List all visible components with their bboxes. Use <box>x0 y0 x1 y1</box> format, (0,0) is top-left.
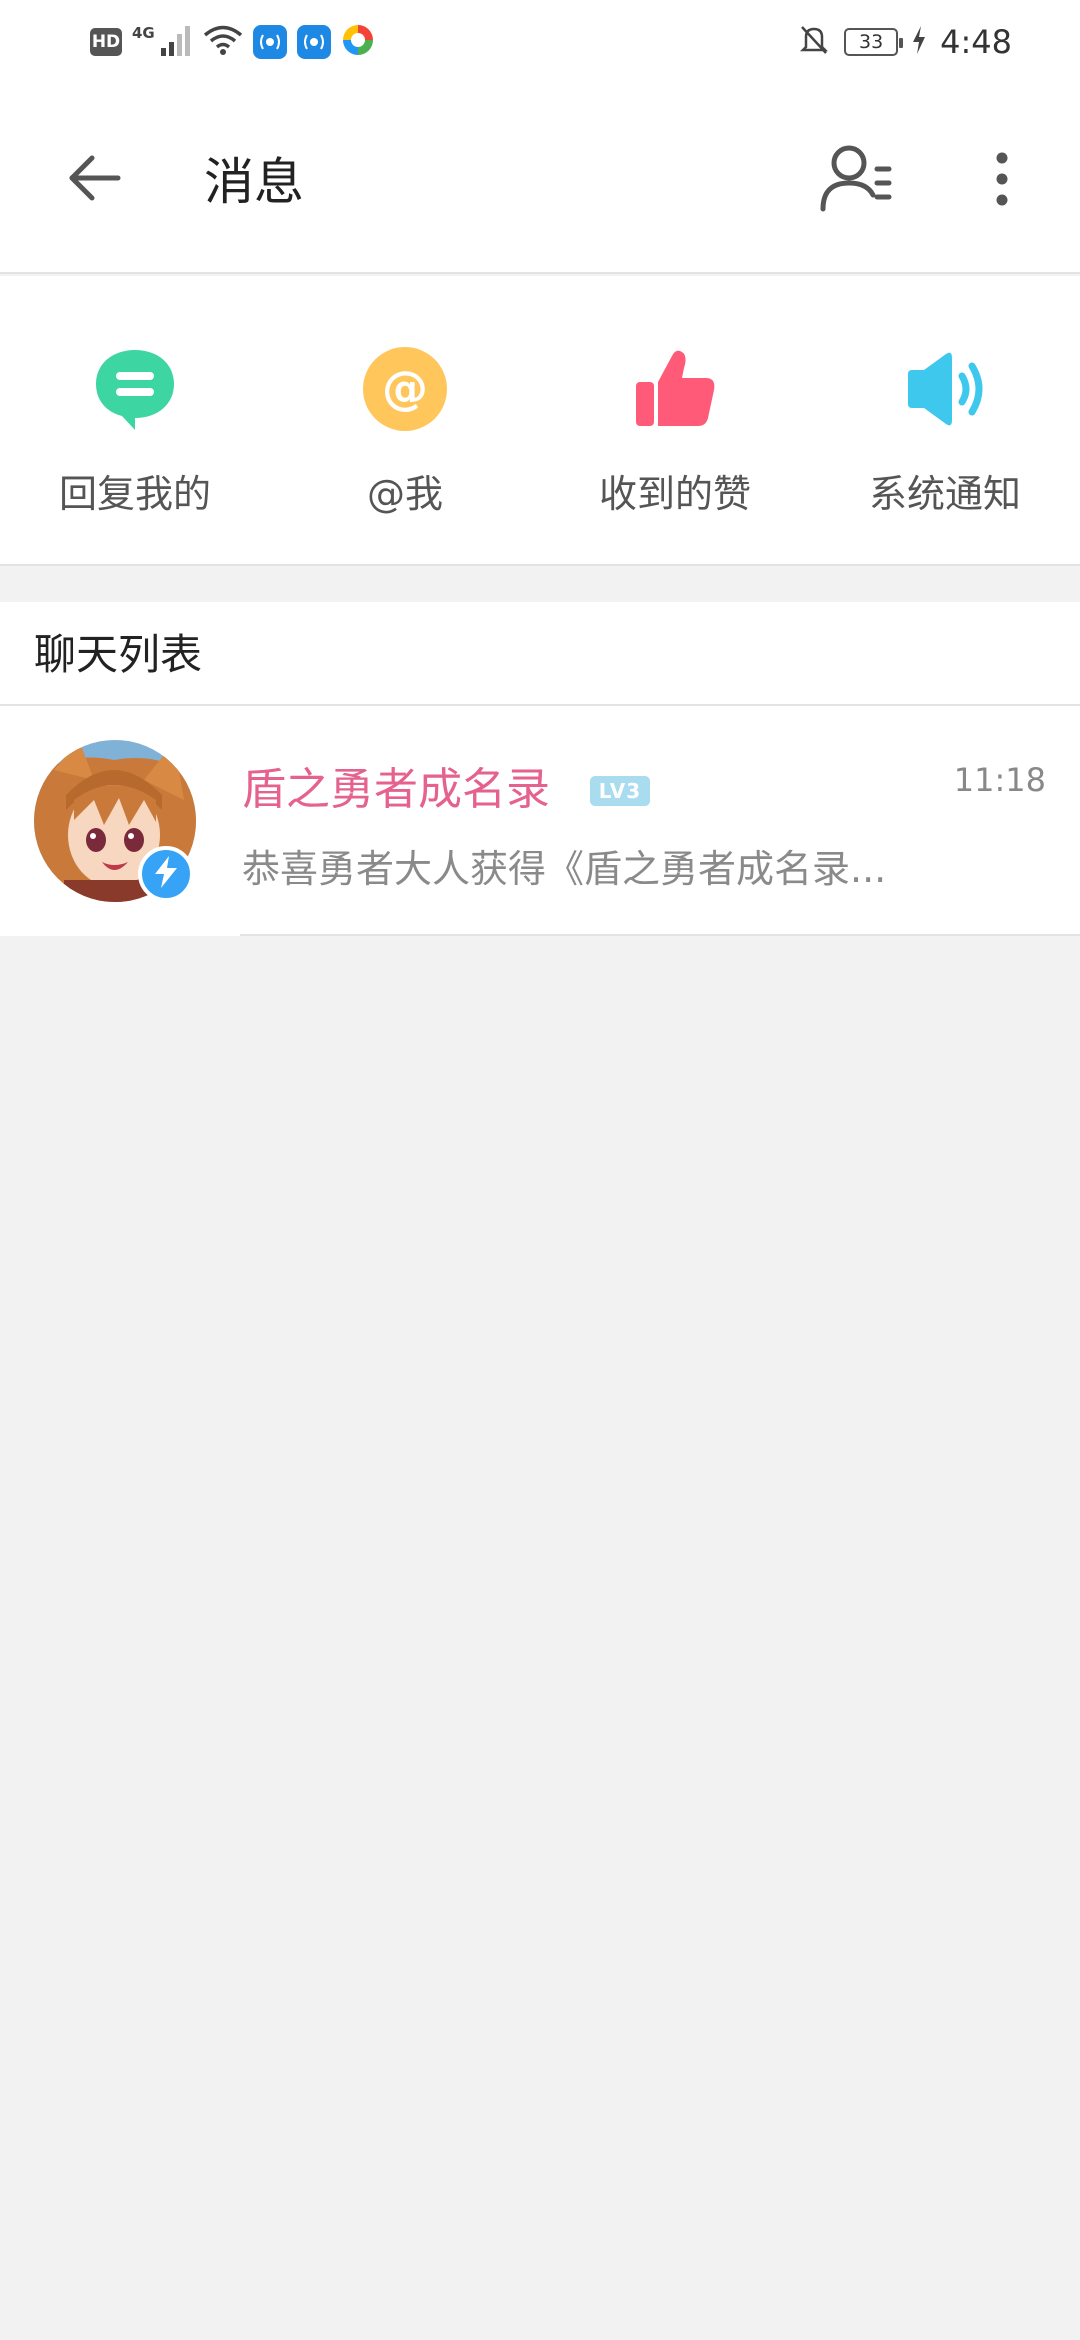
level-badge: LV3 <box>590 776 650 806</box>
quick-entries: 回复我的 @ @我 收到的赞 系统通知 <box>0 276 1080 566</box>
app-bar: 消息 <box>0 84 1080 274</box>
bell-muted-icon <box>798 23 830 61</box>
app-notification-icon <box>252 25 287 59</box>
speaker-icon <box>902 346 988 432</box>
chat-name: 盾之勇者成名录 <box>242 764 550 815</box>
contacts-list-icon <box>817 139 897 223</box>
cellular-signal-icon <box>159 24 193 60</box>
verified-badge <box>138 846 194 902</box>
divider <box>240 934 1080 936</box>
chat-time: 11:18 <box>953 761 1046 799</box>
network-type: 4G <box>132 24 155 42</box>
thumbs-up-icon <box>632 346 718 432</box>
status-left: HD 4G <box>90 22 375 62</box>
status-bar: HD 4G 33 4:48 <box>0 0 1080 84</box>
app-notification-icon <box>341 23 375 61</box>
chat-list-title: 聊天列表 <box>34 630 203 679</box>
mentions-entry[interactable]: @ @我 <box>270 276 540 566</box>
chat-list-header: 聊天列表 <box>0 602 1080 706</box>
system-notifications-entry[interactable]: 系统通知 <box>810 276 1080 566</box>
chat-list-item[interactable]: 盾之勇者成名录 LV3 11:18 恭喜勇者大人获得《盾之勇者成名录... <box>0 706 1080 936</box>
quick-entry-label: @我 <box>366 472 443 516</box>
chat-preview: 恭喜勇者大人获得《盾之勇者成名录... <box>242 847 887 891</box>
quick-entry-label: 回复我的 <box>58 472 211 516</box>
quick-entry-label: 系统通知 <box>868 472 1021 516</box>
battery-icon: 33 <box>844 28 904 56</box>
likes-received-entry[interactable]: 收到的赞 <box>540 276 810 566</box>
back-button[interactable] <box>58 144 130 216</box>
status-time: 4:48 <box>940 23 1012 61</box>
wifi-icon <box>203 24 243 60</box>
arrow-left-icon <box>64 148 124 212</box>
more-vertical-icon <box>995 151 1009 211</box>
svg-text:@: @ <box>382 361 428 415</box>
page-title: 消息 <box>204 153 304 211</box>
charging-icon <box>912 26 926 58</box>
messages-screen: HD 4G 33 4:48 消息 回复我的 @ @我 收到的赞 系统通知 聊天列… <box>0 0 1080 2340</box>
app-notification-icon <box>296 25 331 59</box>
at-icon: @ <box>362 346 448 432</box>
hd-icon: HD <box>90 28 122 56</box>
lightning-icon <box>153 856 179 892</box>
battery-level: 33 <box>859 31 884 53</box>
contacts-button[interactable] <box>812 136 902 226</box>
reply-to-me-entry[interactable]: 回复我的 <box>0 276 270 566</box>
quick-entry-label: 收到的赞 <box>598 472 751 516</box>
reply-bubble-icon <box>92 346 178 432</box>
more-options-button[interactable] <box>972 136 1032 226</box>
status-right: 33 4:48 <box>798 22 1012 62</box>
